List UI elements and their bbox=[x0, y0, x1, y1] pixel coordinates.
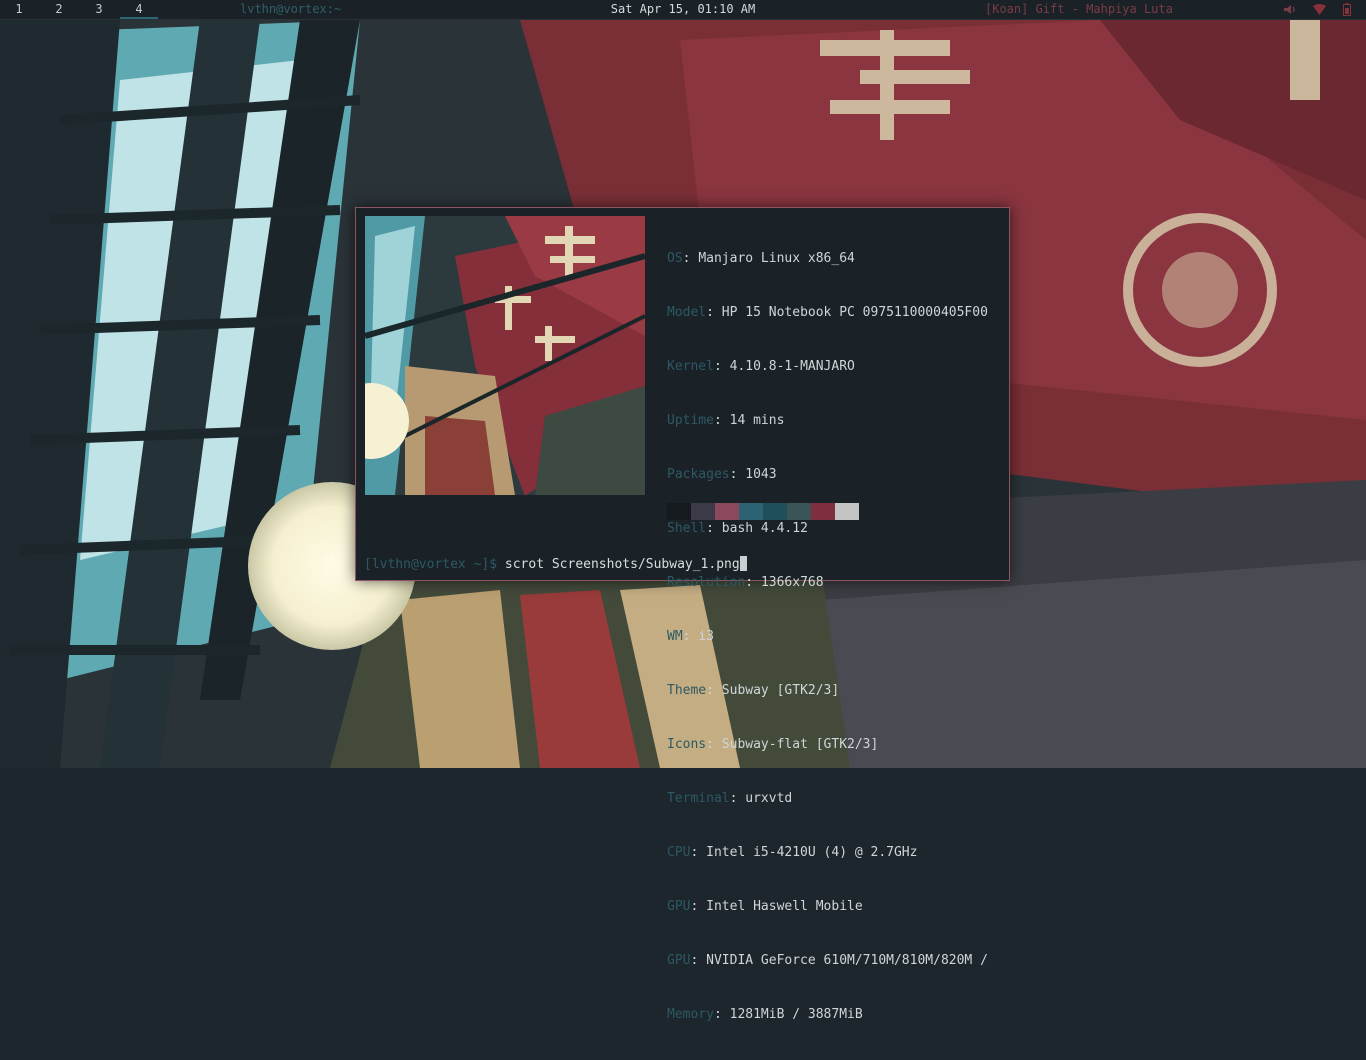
info-line-icons: Icons: Subway-flat [GTK2/3] bbox=[667, 737, 879, 752]
volume-icon[interactable] bbox=[1281, 0, 1299, 19]
color-swatch bbox=[763, 503, 787, 520]
color-swatch bbox=[739, 503, 763, 520]
info-line-kernel: Kernel: 4.10.8-1-MANJARO bbox=[667, 359, 855, 374]
info-line-resolution: Resolution: 1366x768 bbox=[667, 575, 824, 590]
focused-window-title: lvthn@vortex:~ bbox=[240, 2, 342, 16]
now-playing[interactable]: [Koan] Gift - Mahpiya Luta bbox=[985, 0, 1173, 19]
system-info: OS: Manjaro Linux x86_64 Model: HP 15 No… bbox=[667, 214, 988, 1060]
color-swatch bbox=[811, 503, 835, 520]
command-text[interactable]: scrot Screenshots/Subway_1.png bbox=[505, 557, 740, 572]
info-line-shell: Shell: bash 4.4.12 bbox=[667, 521, 808, 536]
color-swatch bbox=[835, 503, 859, 520]
text-cursor bbox=[739, 556, 747, 571]
info-line-cpu: CPU: Intel i5-4210U (4) @ 2.7GHz bbox=[667, 845, 918, 860]
info-line-gpu-1: GPU: Intel Haswell Mobile bbox=[667, 899, 863, 914]
info-line-wm: WM: i3 bbox=[667, 629, 714, 644]
top-bar: 1 2 3 4 lvthn@vortex:~ Sat Apr 15, 01:10… bbox=[0, 0, 1366, 19]
color-swatch bbox=[715, 503, 739, 520]
info-line-packages: Packages: 1043 bbox=[667, 467, 777, 482]
info-line-theme: Theme: Subway [GTK2/3] bbox=[667, 683, 840, 698]
workspace-3[interactable]: 3 bbox=[80, 0, 118, 19]
info-line-memory: Memory: 1281MiB / 3887MiB bbox=[667, 1007, 863, 1022]
command-line[interactable]: [lvthn@vortex ~]$ scrot Screenshots/Subw… bbox=[364, 556, 747, 574]
workspace-2[interactable]: 2 bbox=[40, 0, 78, 19]
workspace-4[interactable]: 4 bbox=[120, 0, 158, 19]
battery-icon[interactable] bbox=[1338, 0, 1356, 19]
color-swatch bbox=[667, 503, 691, 520]
info-line-gpu-2: GPU: NVIDIA GeForce 610M/710M/810M/820M … bbox=[667, 953, 988, 968]
color-palette bbox=[667, 503, 859, 520]
color-swatch bbox=[691, 503, 715, 520]
clock: Sat Apr 15, 01:10 AM bbox=[610, 2, 756, 16]
info-line-uptime: Uptime: 14 mins bbox=[667, 413, 785, 428]
workspace-1[interactable]: 1 bbox=[0, 0, 38, 19]
terminal-window[interactable]: OS: Manjaro Linux x86_64 Model: HP 15 No… bbox=[355, 207, 1010, 1022]
info-line-model: Model: HP 15 Notebook PC 0975110000405F0… bbox=[667, 305, 988, 320]
neofetch-image bbox=[365, 216, 645, 495]
info-line-os: OS: Manjaro Linux x86_64 bbox=[667, 251, 855, 266]
info-line-terminal: Terminal: urxvtd bbox=[667, 791, 793, 806]
color-swatch bbox=[787, 503, 811, 520]
wifi-icon[interactable] bbox=[1310, 0, 1328, 19]
shell-prompt: [lvthn@vortex ~]$ bbox=[364, 557, 498, 572]
